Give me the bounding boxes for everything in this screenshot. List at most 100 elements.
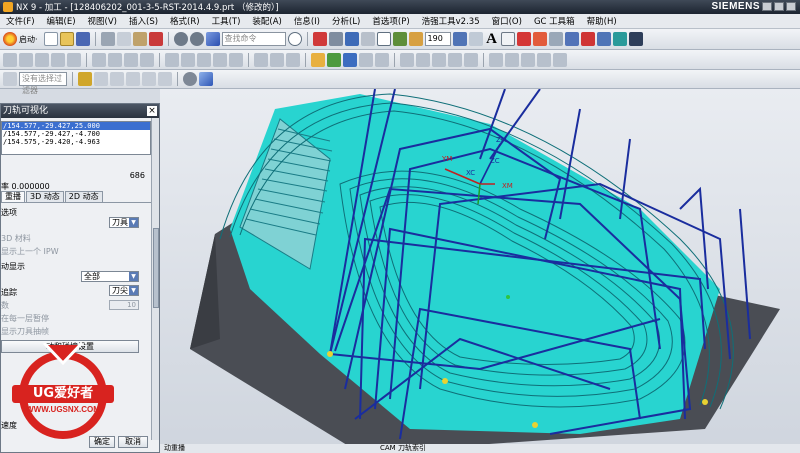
create-geometry-icon[interactable] [359,52,373,67]
paste-icon[interactable] [132,32,147,46]
redo-icon[interactable] [189,32,204,46]
chamfer-icon[interactable] [213,52,227,67]
measure-distance-icon[interactable] [553,52,567,67]
start-button[interactable]: 启动· [19,34,38,45]
maximize-button[interactable] [774,2,784,11]
scrollbar-thumb[interactable] [153,228,159,308]
cut-icon[interactable] [100,32,115,46]
snap-icon[interactable] [468,32,483,46]
cancel-button[interactable]: 取消 [118,436,148,448]
close-window-button[interactable] [786,2,796,11]
postprocess-icon[interactable] [448,52,462,67]
blend-icon[interactable] [197,52,211,67]
shop-doc-icon[interactable] [464,52,478,67]
revolve-icon[interactable] [35,52,49,67]
window-icon[interactable] [612,32,627,46]
spline-icon[interactable] [124,52,138,67]
select-icon[interactable] [489,52,503,67]
menu-gc-toolkit[interactable]: GC 工具箱 [528,15,581,27]
monitor-icon[interactable] [628,32,643,46]
search-icon[interactable] [287,32,302,46]
move-icon[interactable] [548,32,563,46]
create-program-icon[interactable] [327,52,341,67]
replay-icon[interactable] [416,52,430,67]
tab-2d-dynamic[interactable]: 2D 动态 [64,191,103,202]
save-icon[interactable] [75,32,90,46]
hole-icon[interactable] [51,52,65,67]
count-input[interactable]: 10 [109,300,139,310]
sphere-icon[interactable] [183,72,197,86]
motion-display-select[interactable]: 全部 ▼ [81,271,139,282]
section-icon[interactable] [537,52,551,67]
arc-icon[interactable] [108,52,122,67]
layer-icon[interactable] [376,32,391,46]
grid-icon[interactable] [500,32,515,46]
layer-dropdown-icon[interactable] [452,32,467,46]
menu-help[interactable]: 帮助(H) [581,15,623,27]
operation-icon[interactable] [311,52,325,67]
shade-icon[interactable] [360,32,375,46]
create-tool-icon[interactable] [343,52,357,67]
new-icon[interactable] [43,32,58,46]
zoom-level-box[interactable]: 190 [424,32,451,46]
toolpath-line[interactable]: /154.577,-29.427,-4.700 [2,130,150,138]
tab-3d-dynamic[interactable]: 3D 动态 [26,191,64,202]
start-icon[interactable] [3,32,17,46]
toolpath-listing[interactable]: /154.577,-29.427,25.000 /154.577,-29.427… [1,121,151,155]
snap-end-icon[interactable] [110,72,124,86]
generate-icon[interactable] [400,52,414,67]
cube-icon[interactable] [205,32,220,46]
menu-assemblies[interactable]: 装配(A) [246,15,287,27]
menu-file[interactable]: 文件(F) [0,15,41,27]
extrude-icon[interactable] [19,52,33,67]
create-method-icon[interactable] [375,52,389,67]
display-icon[interactable] [532,32,547,46]
analyze-icon[interactable] [596,32,611,46]
color-icon[interactable] [516,32,531,46]
measure-icon[interactable] [408,32,423,46]
filter-select[interactable]: 没有选择过滤器 [19,72,67,95]
subtract-icon[interactable] [270,52,284,67]
menu-tools[interactable]: 工具(T) [206,15,247,27]
snap-point-icon[interactable] [158,72,172,86]
copy-icon[interactable] [116,32,131,46]
sketch-icon[interactable] [3,52,17,67]
tab-replay[interactable]: 重播 [1,191,25,202]
verify-icon[interactable] [432,52,446,67]
menu-preferences[interactable]: 首选项(P) [366,15,415,27]
point-icon[interactable] [140,52,154,67]
trace-select[interactable]: 刀尖 ▼ [109,285,139,296]
command-search-input[interactable]: 查找命令 [221,32,286,46]
menu-format[interactable]: 格式(R) [164,15,206,27]
dialog-scrollbar[interactable] [151,118,159,440]
trim-icon[interactable] [165,52,179,67]
filter-icon[interactable] [505,52,519,67]
menu-icon[interactable] [3,72,17,86]
orient-icon[interactable] [344,32,359,46]
pan-icon[interactable] [94,72,108,86]
toolpath-line[interactable]: /154.575,-29.420,-4.963 [2,138,150,146]
unite-icon[interactable] [254,52,268,67]
rotate-icon[interactable] [564,32,579,46]
snap-mid-icon[interactable] [126,72,140,86]
rotate-view-icon[interactable] [78,72,92,86]
menu-window[interactable]: 窗口(O) [486,15,528,27]
view-icon[interactable] [521,52,535,67]
wcs-icon[interactable] [392,32,407,46]
menu-insert[interactable]: 插入(S) [123,15,164,27]
fit-icon[interactable] [312,32,327,46]
graphics-viewport[interactable]: ZM ZC XC YM XM [160,89,800,453]
menu-edit[interactable]: 编辑(E) [41,15,82,27]
delete-icon[interactable] [148,32,163,46]
minimize-button[interactable] [762,2,772,11]
snap-center-icon[interactable] [142,72,156,86]
line-icon[interactable] [92,52,106,67]
toolpath-line-selected[interactable]: /154.577,-29.427,25.000 [2,122,150,130]
menu-haoqiang-tools[interactable]: 浩强工具v2.35 [416,15,486,27]
solid-icon[interactable] [199,72,213,86]
text-icon[interactable]: A [485,32,499,47]
menu-view[interactable]: 视图(V) [82,15,123,27]
intersect-icon[interactable] [286,52,300,67]
menu-analysis[interactable]: 分析(L) [326,15,366,27]
boss-icon[interactable] [67,52,81,67]
